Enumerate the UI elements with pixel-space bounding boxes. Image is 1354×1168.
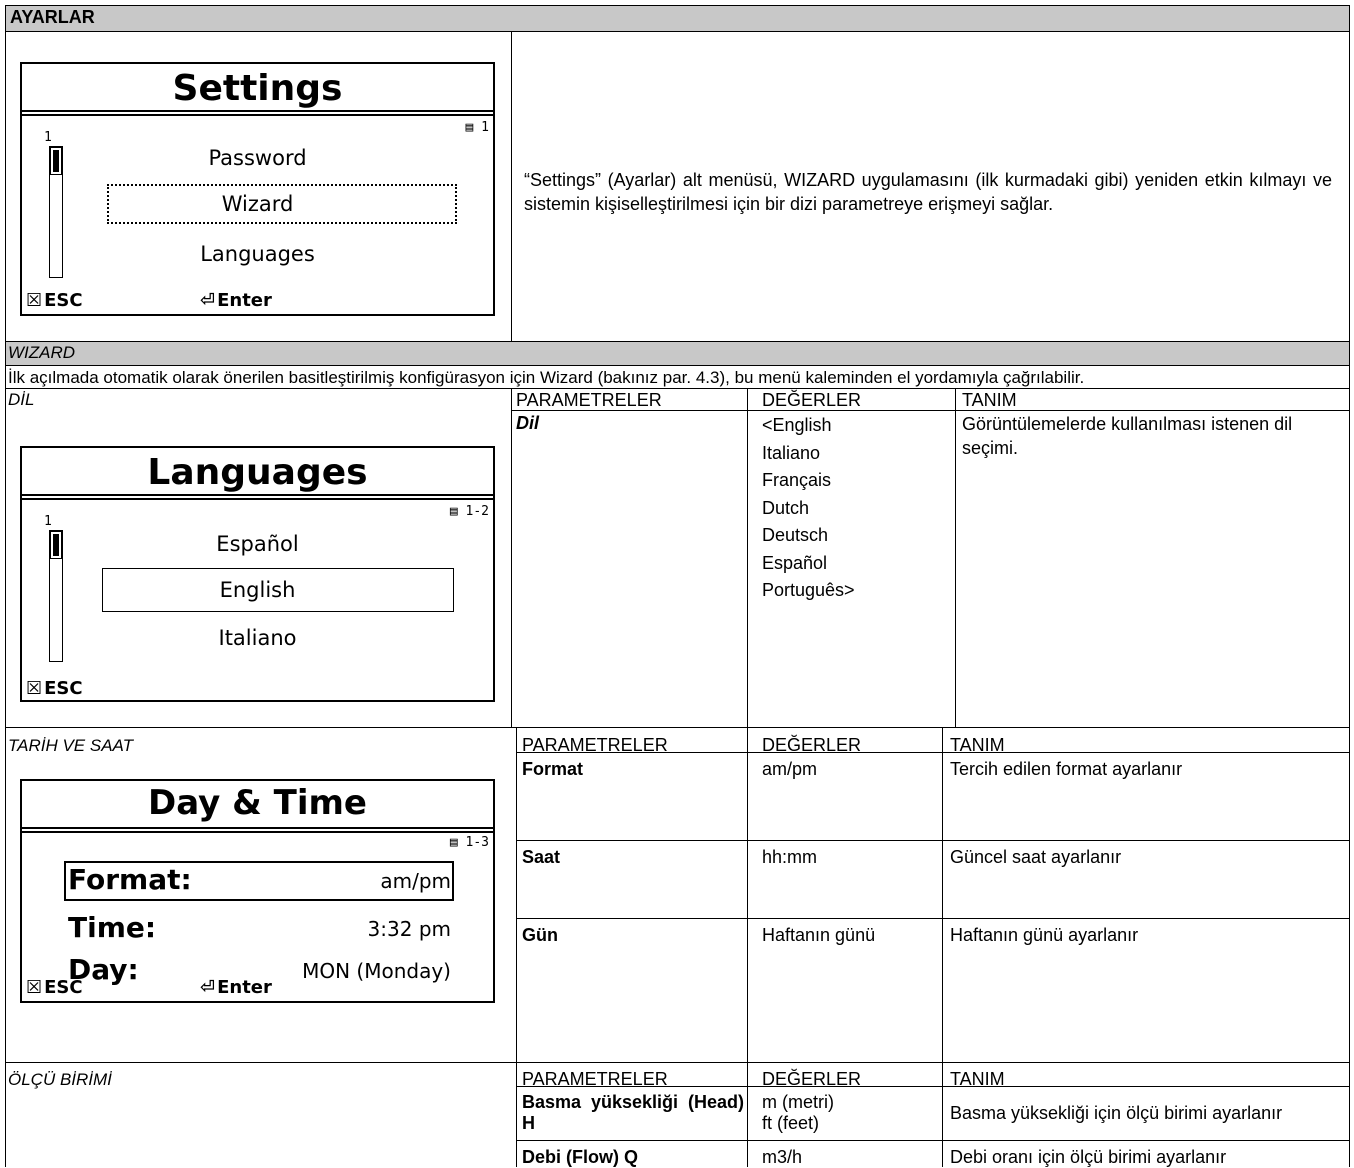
page-indicator: ▤ 1 <box>465 120 489 135</box>
settings-screen-title: Settings <box>172 68 343 109</box>
scroll-index: 1 <box>44 514 52 529</box>
page-title: AYARLAR <box>10 7 95 27</box>
language-values: <English Italiano Français Dutch Deutsch… <box>762 415 855 600</box>
time-label: Time: <box>68 911 157 944</box>
format-label: Format: <box>68 863 192 896</box>
screen-title-separator <box>22 110 493 116</box>
format-value[interactable]: am/pm <box>380 869 451 893</box>
page-indicator: ▤ 1-3 <box>449 835 489 850</box>
param-format: Format <box>522 759 584 779</box>
value-head: m (metri) ft (feet) <box>762 1092 834 1133</box>
enter-button[interactable]: ⏎ Enter <box>200 290 272 311</box>
param-flow: Debi (Flow) Q <box>522 1147 638 1167</box>
datetime-screen: Day & Time ▤ 1-3 Format: am/pm Time: 3:3… <box>20 779 495 1003</box>
datetime-heading: TARİH VE SAAT <box>8 736 134 755</box>
desc-head: Basma yüksekliği için ölçü birimi ayarla… <box>950 1103 1283 1123</box>
wizard-heading: WIZARD <box>8 343 76 362</box>
screen-title-separator <box>22 827 493 833</box>
menu-icon: ▤ <box>449 504 458 519</box>
time-value[interactable]: 3:32 pm <box>368 917 451 941</box>
scroll-index: 1 <box>44 130 52 145</box>
value-format: am/pm <box>762 759 818 779</box>
units-heading: ÖLÇÜ BİRİMİ <box>8 1070 112 1089</box>
day-value[interactable]: MON (Monday) <box>302 959 451 983</box>
esc-icon: ☒ <box>26 678 43 699</box>
page-indicator: ▤ 1-2 <box>449 504 489 519</box>
esc-icon: ☒ <box>26 977 43 998</box>
value-flow: m3/h <box>762 1147 803 1167</box>
param-gun: Gün <box>522 925 558 945</box>
value-saat: hh:mm <box>762 847 818 867</box>
param-dil: Dil <box>516 413 540 433</box>
languages-screen-title: Languages <box>147 452 368 493</box>
menu-icon: ▤ <box>449 835 458 850</box>
enter-button[interactable]: ⏎ Enter <box>200 977 272 998</box>
wizard-text: İlk açılmada otomatik olarak önerilen ba… <box>8 368 1085 387</box>
col-values-header: DEĞERLER <box>762 390 862 410</box>
esc-button[interactable]: ☒ ESC <box>26 678 83 699</box>
header-band <box>5 5 1350 31</box>
desc-saat: Güncel saat ayarlanır <box>950 847 1122 867</box>
enter-icon: ⏎ <box>200 977 216 998</box>
settings-screen: Settings 1 ▤ 1 Password Wizard Languages… <box>20 62 495 316</box>
languages-screen: Languages 1 ▤ 1-2 Español English Italia… <box>20 446 495 702</box>
language-item-espanol[interactable]: Español <box>22 532 493 556</box>
datetime-screen-title: Day & Time <box>148 783 367 823</box>
wizard-band <box>5 341 1350 365</box>
desc-flow: Debi oranı için ölçü birimi ayarlanır <box>950 1147 1227 1167</box>
esc-button[interactable]: ☒ ESC <box>26 290 83 311</box>
esc-button[interactable]: ☒ ESC <box>26 977 83 998</box>
menu-item-wizard[interactable]: Wizard <box>22 192 493 216</box>
screen-title-separator <box>22 494 493 500</box>
enter-icon: ⏎ <box>200 290 216 311</box>
menu-item-password[interactable]: Password <box>22 146 493 170</box>
value-gun: Haftanın günü <box>762 925 876 945</box>
col-param-header: PARAMETRELER <box>516 390 662 410</box>
desc-gun: Haftanın günü ayarlanır <box>950 925 1139 945</box>
param-saat: Saat <box>522 847 561 867</box>
language-item-italiano[interactable]: Italiano <box>22 626 493 650</box>
language-desc: Görüntülemelerde kullanılması istenen di… <box>962 414 1293 458</box>
language-heading: DİL <box>8 390 35 409</box>
menu-item-languages[interactable]: Languages <box>22 242 493 266</box>
param-head: Basma yüksekliği (Head) H <box>522 1092 744 1133</box>
language-item-english[interactable]: English <box>22 578 493 602</box>
col-desc-header: TANIM <box>962 390 1017 410</box>
menu-icon: ▤ <box>465 120 474 135</box>
esc-icon: ☒ <box>26 290 43 311</box>
desc-format: Tercih edilen format ayarlanır <box>950 759 1183 779</box>
settings-description: “Settings” (Ayarlar) alt menüsü, WIZARD … <box>524 170 1332 214</box>
